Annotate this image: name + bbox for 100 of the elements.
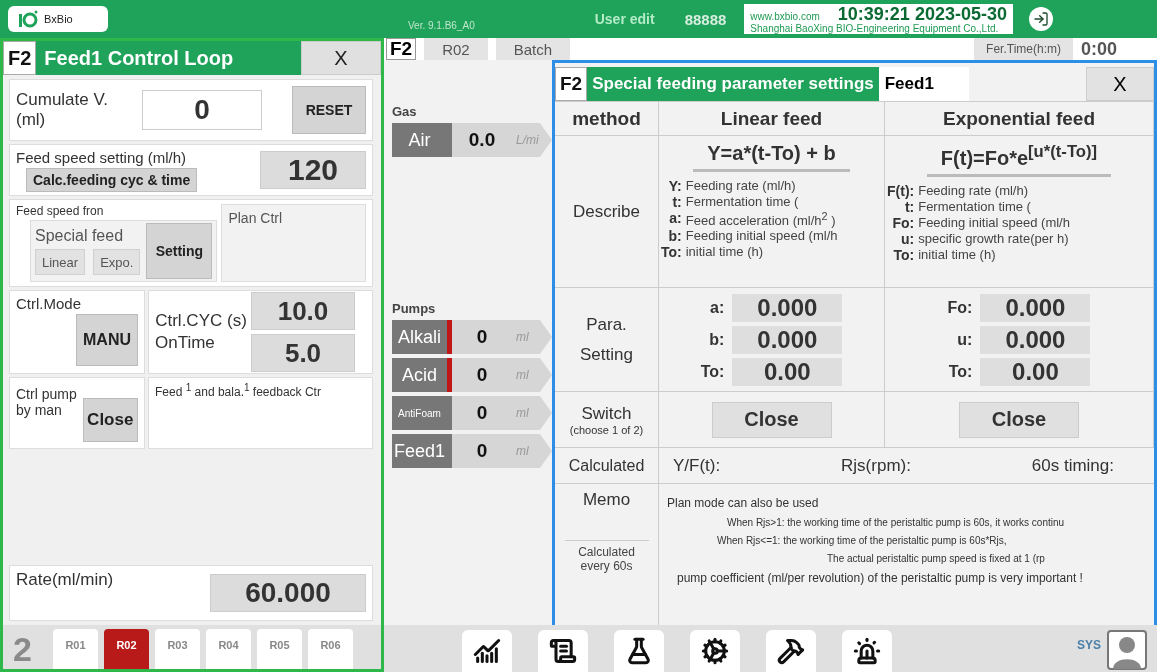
dismiss-button[interactable]: X — [1086, 67, 1154, 101]
reactor-tab[interactable]: R04 — [206, 629, 251, 669]
param-key: u: — [947, 330, 973, 349]
user-text: User edit — [594, 11, 655, 27]
pump-button[interactable]: Close — [82, 398, 138, 442]
param-field[interactable]: 0.00 — [732, 357, 843, 386]
group-title: Pumps — [392, 301, 437, 316]
param-field[interactable]: 0.000 — [980, 325, 1091, 354]
field-label: Cumulate V. (ml) — [16, 90, 109, 130]
term-text: Fermentation time ( — [918, 198, 1032, 215]
memo-text: When Rjs>1: the working time of the peristaltic pump is 60s, it works continu — [726, 517, 1066, 528]
switch-button[interactable]: Close — [959, 401, 1079, 438]
term-text: Feeding initial speed (ml/h — [918, 214, 1071, 231]
field-label: OnTime — [155, 333, 216, 353]
param-key: a: — [700, 298, 725, 317]
param-field[interactable]: 0.00 — [980, 357, 1091, 386]
memo-text: The actual peristaltic pump speed is fixed at 1 (rp — [826, 553, 1046, 564]
gear-icon — [701, 637, 729, 665]
reset-button[interactable]: RESET — [292, 86, 366, 134]
value-field[interactable]: 10.0 — [251, 292, 355, 330]
switch-button[interactable]: Close — [711, 401, 832, 438]
dialog-title: Feed1 Control Loop — [36, 41, 301, 75]
reactor-tab[interactable]: R06 — [308, 629, 353, 669]
avatar-icon[interactable] — [1107, 630, 1147, 670]
value-field[interactable]: 5.0 — [251, 334, 355, 372]
param-field[interactable]: 0.000 — [980, 293, 1091, 322]
panel-tag: F2 — [386, 38, 417, 60]
timer-label: Fer.Time(h:m) — [974, 38, 1073, 60]
code-text: 88888 — [684, 10, 727, 28]
panel-tab[interactable]: Batch — [495, 38, 571, 60]
calc-label: Y/F(t): — [673, 455, 721, 476]
toolbar-button[interactable] — [538, 630, 588, 672]
toolbar-button[interactable] — [766, 630, 816, 672]
value-text: 0 — [475, 326, 489, 348]
param-field[interactable]: 0.000 — [732, 293, 843, 322]
unit-text: L/mi — [516, 133, 539, 147]
mode-button[interactable]: MANU — [76, 314, 138, 366]
field-label: Rate(ml/min) — [16, 570, 114, 590]
term-text: initial time (h) — [918, 246, 997, 263]
term-key: To: — [661, 244, 682, 261]
reactor-tab[interactable]: R05 — [257, 629, 302, 669]
memo-text: pump coefficient (ml/per revolution) of the peristaltic pump is very important ! — [676, 571, 1084, 585]
user-label: SYS — [1077, 638, 1101, 652]
column-header: Linear feed — [720, 107, 823, 130]
pump-label: Alkali — [392, 320, 447, 354]
calc-button[interactable]: Calc.feeding cyc & time — [26, 167, 198, 192]
panel-tab[interactable]: R02 — [424, 38, 488, 60]
field-label: Ctrl pump by man — [16, 386, 78, 418]
version-text: Ver. 9.1.B6_A0 — [408, 19, 475, 31]
pump-label: Feed1 — [392, 434, 447, 468]
reactor-tab[interactable]: R01 — [53, 629, 98, 669]
website-text: www.bxbio.com — [750, 11, 820, 22]
dialog-tag: F2 — [555, 67, 588, 101]
reactor-tab[interactable]: R03 — [155, 629, 200, 669]
value-text: 0 — [475, 364, 489, 386]
field-label: Ctrl.CYC (s) — [155, 311, 247, 331]
flask-icon — [625, 637, 653, 665]
pump-label: AntiFoam — [392, 396, 447, 430]
row-label: Switch — [581, 403, 632, 424]
company-text: Shanghai BaoXing BIO-Engineering Equipment Co.,Ltd. — [750, 23, 1000, 34]
plan-label: Plan Ctrl — [228, 210, 283, 226]
param-key: b: — [700, 330, 725, 349]
field-label: Feed speed fron — [16, 204, 105, 218]
column-header: Exponential feed — [943, 107, 1095, 130]
field-label: Ctrl.Mode — [16, 295, 82, 312]
param-key: To: — [947, 362, 973, 381]
toolbar-button[interactable] — [462, 630, 512, 672]
option-button[interactable]: Expo. — [93, 249, 141, 275]
term-text: Feeding rate (ml/h) — [685, 178, 797, 194]
toolbar-button[interactable] — [690, 630, 740, 672]
value-text: 0 — [475, 440, 489, 462]
option-button[interactable]: Linear — [35, 249, 86, 275]
gas-label: Air — [392, 123, 447, 157]
formula-text: F(t)=Fo*e$^{[u*(t-To)]}$ — [926, 142, 1112, 177]
dismiss-button[interactable]: X — [301, 41, 381, 75]
value-field[interactable]: 120 — [260, 151, 366, 189]
unit-number: 2 — [13, 630, 33, 669]
calc-label: Rjs(rpm): — [841, 455, 911, 476]
unit-text: ml — [516, 368, 529, 382]
reactor-tab[interactable]: R02 — [104, 629, 149, 669]
term-key: a: — [661, 210, 682, 229]
timer-value: 0:00 — [1080, 38, 1117, 60]
param-key: To: — [700, 362, 725, 381]
term-key: Fo: — [887, 214, 915, 231]
value-field: 60.000 — [210, 574, 366, 612]
pump-label: Acid — [392, 358, 447, 392]
exit-button[interactable] — [1028, 7, 1053, 31]
row-label: Para. Setting — [579, 313, 634, 366]
param-field[interactable]: 0.000 — [732, 325, 843, 354]
row-label: Describe — [572, 201, 641, 222]
row-label: Memo — [582, 490, 631, 510]
brand-text: BxBio — [44, 13, 73, 25]
term-text: Feed acceleration (ml/h$^{2}$ ) — [685, 210, 837, 229]
group-title: Gas — [392, 104, 418, 119]
term-key: u: — [887, 230, 915, 247]
setting-button[interactable]: Setting — [146, 223, 213, 279]
param-key: Fo: — [947, 298, 973, 317]
dialog-tag: F2 — [3, 41, 37, 75]
toolbar-button[interactable] — [842, 630, 892, 672]
toolbar-button[interactable] — [614, 630, 664, 672]
